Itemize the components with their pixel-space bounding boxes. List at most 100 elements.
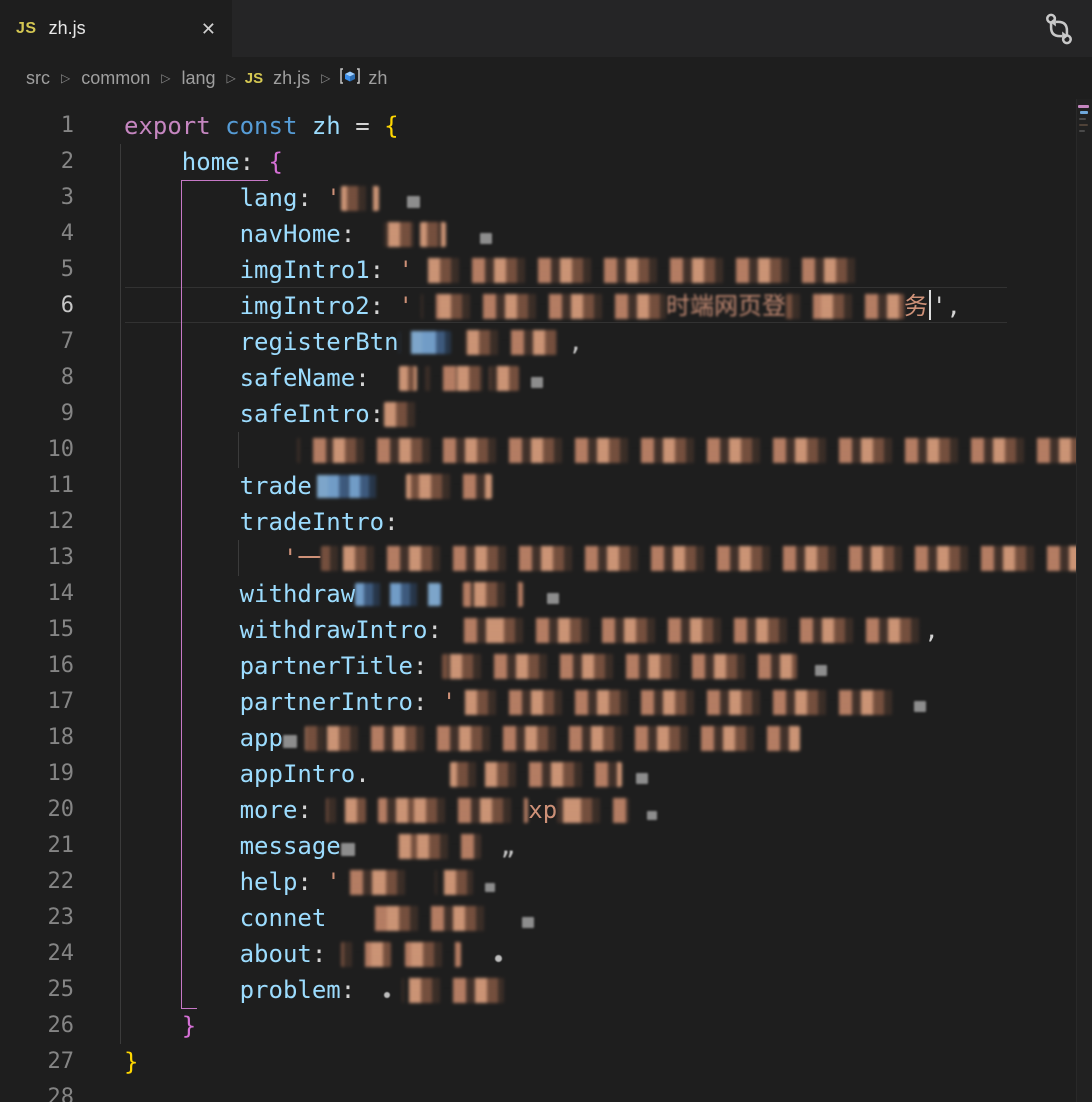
code-line-3[interactable]: 3 lang: ' xyxy=(0,180,1092,216)
censored-text xyxy=(434,870,473,895)
code-line-9[interactable]: 9 safeIntro: xyxy=(0,396,1092,432)
minimap[interactable] xyxy=(1076,99,1092,1102)
code-line-5[interactable]: 5 imgIntro1: ' xyxy=(0,252,1092,288)
censored-text xyxy=(355,583,442,606)
code-line-4[interactable]: 4 navHome: xyxy=(0,216,1092,252)
line-number[interactable]: 9 xyxy=(0,396,74,432)
token-op: ', xyxy=(932,292,961,320)
breadcrumb: src ▷ common ▷ lang ▷ JS zh.js ▷ zh xyxy=(0,57,1092,99)
line-number[interactable]: 8 xyxy=(0,360,74,396)
line-number[interactable]: 14 xyxy=(0,576,75,612)
censored-mark xyxy=(406,196,420,208)
line-number[interactable]: 6 xyxy=(0,288,74,324)
editor-pane[interactable]: 1 export const zh = {2 home: {3 lang: ' 4 … xyxy=(0,99,1092,1102)
code-line-25[interactable]: 25 problem: xyxy=(0,972,1092,1008)
line-number[interactable]: 4 xyxy=(0,216,74,252)
code-line-19[interactable]: 19 appIntro. xyxy=(0,756,1092,792)
censored-text xyxy=(421,294,666,319)
line-number[interactable]: 11 xyxy=(0,468,75,504)
code-line-18[interactable]: 18 app xyxy=(0,720,1092,756)
code-line-20[interactable]: 20 more: xp xyxy=(0,792,1092,828)
code-text: export const zh = { xyxy=(124,108,399,144)
line-number[interactable]: 22 xyxy=(0,864,75,900)
code-line-22[interactable]: 22 help: ' xyxy=(0,864,1092,900)
line-number[interactable]: 17 xyxy=(0,684,75,720)
code-line-17[interactable]: 17 partnerIntro: ' xyxy=(0,684,1092,720)
token-op: : xyxy=(427,616,457,644)
breadcrumb-item-zh-js[interactable]: zh.js xyxy=(273,68,310,89)
token-b1: } xyxy=(124,1048,139,1076)
code-text: withdrawIntro: , xyxy=(124,612,939,648)
line-number[interactable]: 24 xyxy=(0,936,75,972)
line-number[interactable]: 12 xyxy=(0,504,75,540)
tab-bar: JS zh.js ✕ xyxy=(0,0,1092,57)
line-number[interactable]: 25 xyxy=(0,972,75,1008)
line-number[interactable]: 26 xyxy=(0,1008,75,1044)
code-line-1[interactable]: 1 export const zh = { xyxy=(0,108,1092,144)
code-line-13[interactable]: 13 '一 xyxy=(0,540,1092,576)
code-line-15[interactable]: 15 withdrawIntro: , xyxy=(0,612,1092,648)
token-str: ' xyxy=(326,184,341,212)
censored-text xyxy=(420,222,447,247)
line-number[interactable]: 2 xyxy=(0,144,74,180)
code-line-27[interactable]: 27} xyxy=(0,1044,1092,1080)
line-number[interactable]: 3 xyxy=(0,180,74,216)
code-line-23[interactable]: 23 connet xyxy=(0,900,1092,936)
line-number[interactable]: 21 xyxy=(0,828,75,864)
code-line-6[interactable]: 6 imgIntro2: ' 时端网页登 务 ', xyxy=(0,287,1092,324)
line-number[interactable]: 23 xyxy=(0,900,75,936)
breadcrumb-separator-icon: ▷ xyxy=(61,71,71,85)
code-line-10[interactable]: 10 xyxy=(0,432,1092,468)
line-number[interactable]: 16 xyxy=(0,648,75,684)
token-prop: partnerTitle xyxy=(239,652,413,680)
code-text: problem: xyxy=(124,972,505,1008)
line-number[interactable]: 15 xyxy=(0,612,75,648)
censored-text xyxy=(402,978,505,1003)
line-number[interactable]: 10 xyxy=(0,432,75,468)
token-b2: { xyxy=(268,148,283,176)
code-line-26[interactable]: 26 } xyxy=(0,1008,1092,1044)
line-number[interactable]: 5 xyxy=(0,252,74,288)
token-op: : xyxy=(297,184,327,212)
close-tab-icon[interactable]: ✕ xyxy=(201,20,216,38)
token-str: ' xyxy=(441,688,457,716)
breadcrumb-item-common[interactable]: common xyxy=(81,68,150,89)
code-line-21[interactable]: 21 message „ xyxy=(0,828,1092,864)
code-line-12[interactable]: 12 tradeIntro: xyxy=(0,504,1092,540)
code-line-16[interactable]: 16 partnerTitle: xyxy=(0,648,1092,684)
token-op: : xyxy=(412,688,442,716)
code-line-11[interactable]: 11 trade xyxy=(0,468,1092,504)
open-changes-icon[interactable] xyxy=(1040,10,1078,48)
tab-zh-js[interactable]: JS zh.js ✕ xyxy=(0,0,232,57)
code-text: more: xp xyxy=(124,792,658,828)
breadcrumb-item-zh[interactable]: zh xyxy=(368,68,387,89)
code-line-14[interactable]: 14 withdraw xyxy=(0,576,1092,612)
breadcrumb-item-lang[interactable]: lang xyxy=(182,68,216,89)
code-line-7[interactable]: 7 registerBtn, xyxy=(0,324,1092,360)
token-op: , xyxy=(924,616,939,644)
token-op: : xyxy=(311,940,341,968)
line-number[interactable]: 20 xyxy=(0,792,75,828)
line-number[interactable]: 28 xyxy=(0,1080,75,1102)
censored-text xyxy=(398,366,417,391)
line-number[interactable]: 7 xyxy=(0,324,74,360)
breadcrumb-item-src[interactable]: src xyxy=(26,68,50,89)
line-number[interactable]: 13 xyxy=(0,540,75,576)
code-line-24[interactable]: 24 about: xyxy=(0,936,1092,972)
code-line-28[interactable]: 28 xyxy=(0,1080,1092,1102)
line-number[interactable]: 1 xyxy=(0,108,74,144)
line-number[interactable]: 27 xyxy=(0,1044,75,1080)
code-line-8[interactable]: 8 safeName: xyxy=(0,360,1092,396)
line-number[interactable]: 19 xyxy=(0,756,75,792)
code-text: appIntro. xyxy=(124,756,648,792)
token-prop: safeIntro xyxy=(239,400,370,428)
code-line-2[interactable]: 2 home: { xyxy=(0,144,1092,180)
censored-mark xyxy=(480,233,493,244)
code-text: } xyxy=(124,1008,196,1044)
line-number[interactable]: 18 xyxy=(0,720,75,756)
